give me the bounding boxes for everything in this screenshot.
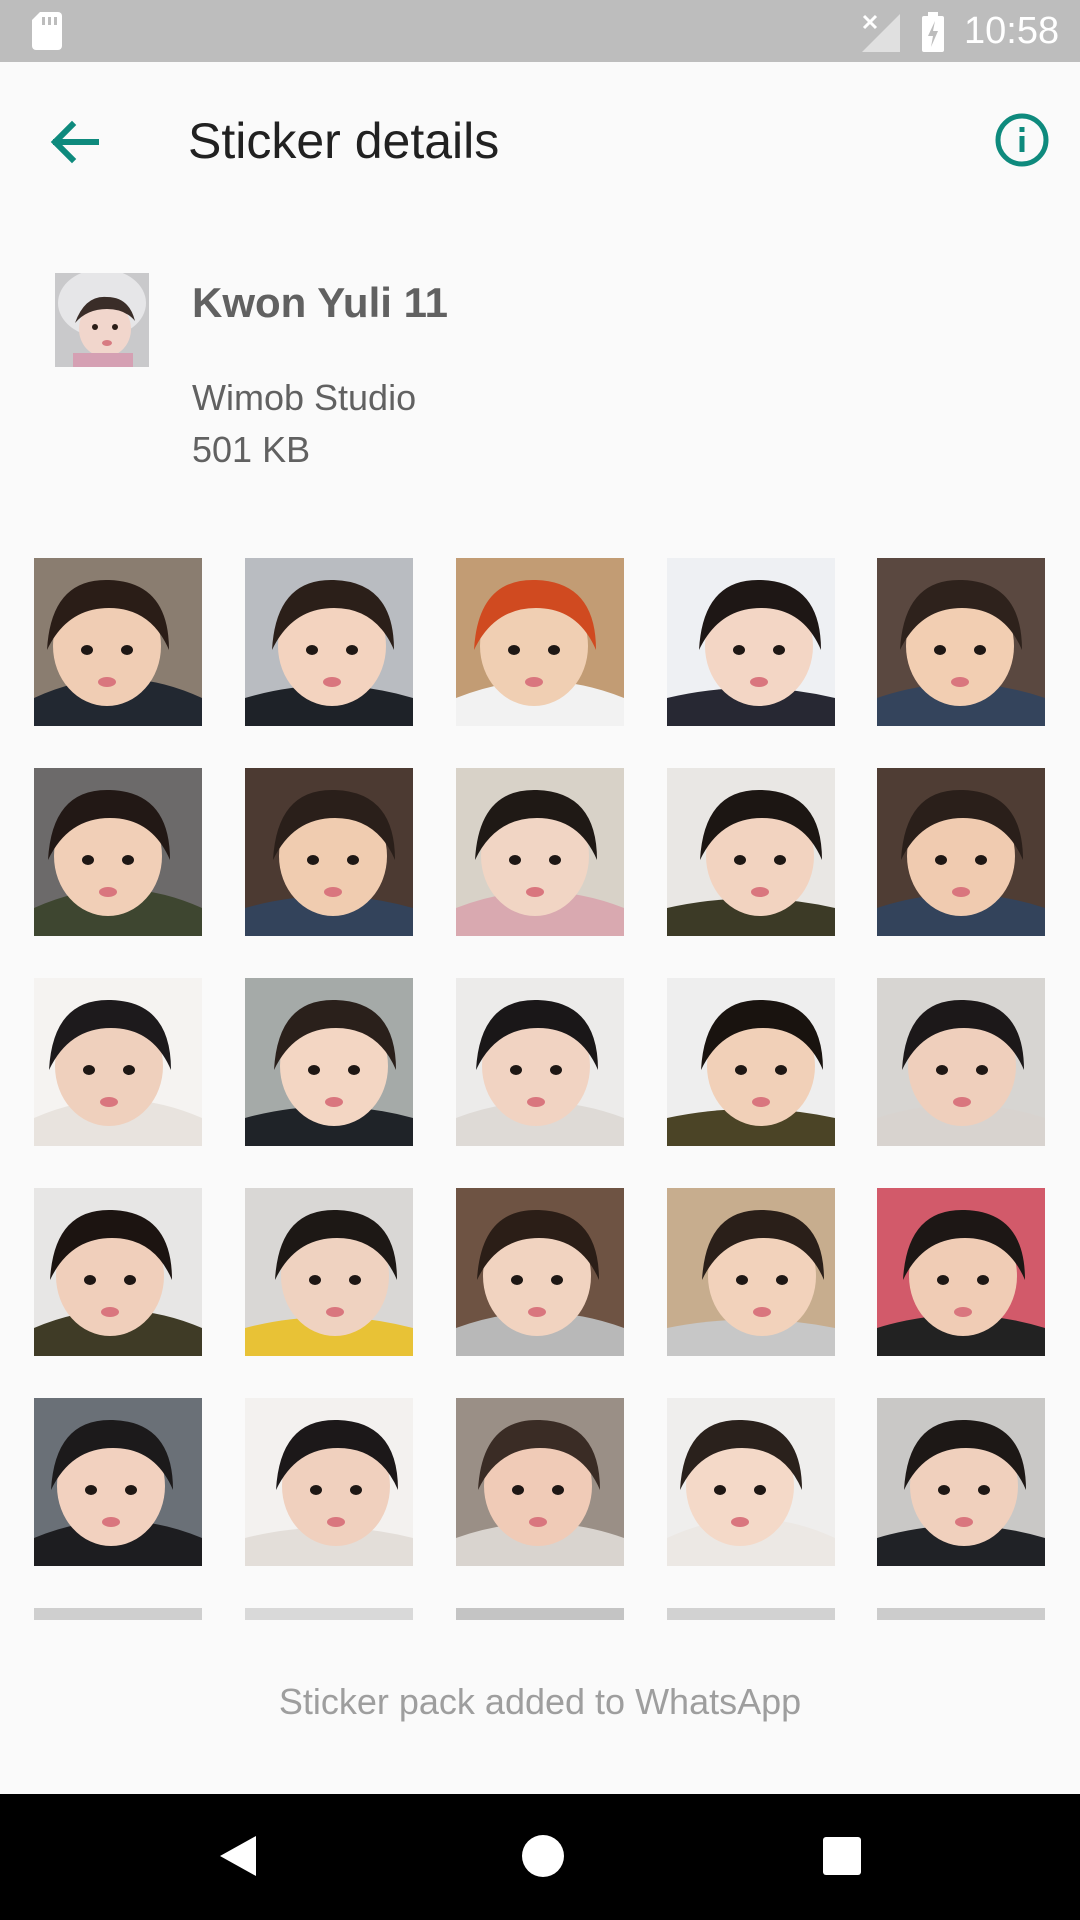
pack-size: 501 KB <box>192 429 311 470</box>
sticker-thumbnail[interactable] <box>877 978 1045 1146</box>
sticker-thumbnail[interactable] <box>667 768 835 936</box>
nav-recents-icon[interactable] <box>814 1828 870 1884</box>
sticker-thumbnail[interactable] <box>34 978 202 1146</box>
pack-publisher: Wimob Studio <box>192 377 417 418</box>
no-signal-icon <box>862 14 900 52</box>
sticker-thumbnail[interactable] <box>456 978 624 1146</box>
sticker-thumbnail[interactable] <box>667 978 835 1146</box>
sticker-thumbnail[interactable] <box>245 1398 413 1566</box>
sticker-thumbnail[interactable] <box>877 1608 1045 1620</box>
system-nav-bar <box>0 1794 1080 1920</box>
sticker-thumbnail[interactable] <box>667 558 835 726</box>
info-icon[interactable] <box>984 102 1060 178</box>
page-title: Sticker details <box>188 113 500 169</box>
sticker-thumbnail[interactable] <box>34 1608 202 1620</box>
sticker-thumbnail[interactable] <box>877 558 1045 726</box>
sticker-thumbnail[interactable] <box>456 558 624 726</box>
sticker-thumbnail[interactable] <box>667 1398 835 1566</box>
status-bar: 10:58 <box>0 0 1080 62</box>
sticker-thumbnail[interactable] <box>245 558 413 726</box>
back-arrow-icon[interactable] <box>40 108 108 176</box>
pack-added-message: Sticker pack added to WhatsApp <box>278 1681 802 1722</box>
sticker-grid[interactable] <box>0 540 1080 1620</box>
app-bar: Sticker details <box>0 62 1080 212</box>
sticker-thumbnail[interactable] <box>667 1608 835 1620</box>
sticker-thumbnail[interactable] <box>456 768 624 936</box>
sticker-thumbnail[interactable] <box>456 1188 624 1356</box>
sticker-thumbnail[interactable] <box>34 1188 202 1356</box>
pack-tray-image <box>55 273 149 367</box>
sticker-thumbnail[interactable] <box>245 1608 413 1620</box>
sticker-thumbnail[interactable] <box>456 1608 624 1620</box>
nav-home-icon[interactable] <box>515 1828 571 1884</box>
nav-back-icon[interactable] <box>212 1828 268 1884</box>
battery-charging-icon <box>922 12 944 52</box>
sticker-thumbnail[interactable] <box>245 768 413 936</box>
sticker-thumbnail[interactable] <box>34 558 202 726</box>
sticker-thumbnail[interactable] <box>877 768 1045 936</box>
sticker-thumbnail[interactable] <box>245 978 413 1146</box>
sticker-thumbnail[interactable] <box>667 1188 835 1356</box>
sticker-thumbnail[interactable] <box>877 1398 1045 1566</box>
status-time: 10:58 <box>964 10 1060 52</box>
sticker-thumbnail[interactable] <box>245 1188 413 1356</box>
sticker-thumbnail[interactable] <box>34 768 202 936</box>
sticker-thumbnail[interactable] <box>456 1398 624 1566</box>
pack-name: Kwon Yuli 11 <box>192 279 448 326</box>
sticker-thumbnail[interactable] <box>34 1398 202 1566</box>
sd-card-icon <box>32 12 62 50</box>
sticker-thumbnail[interactable] <box>877 1188 1045 1356</box>
